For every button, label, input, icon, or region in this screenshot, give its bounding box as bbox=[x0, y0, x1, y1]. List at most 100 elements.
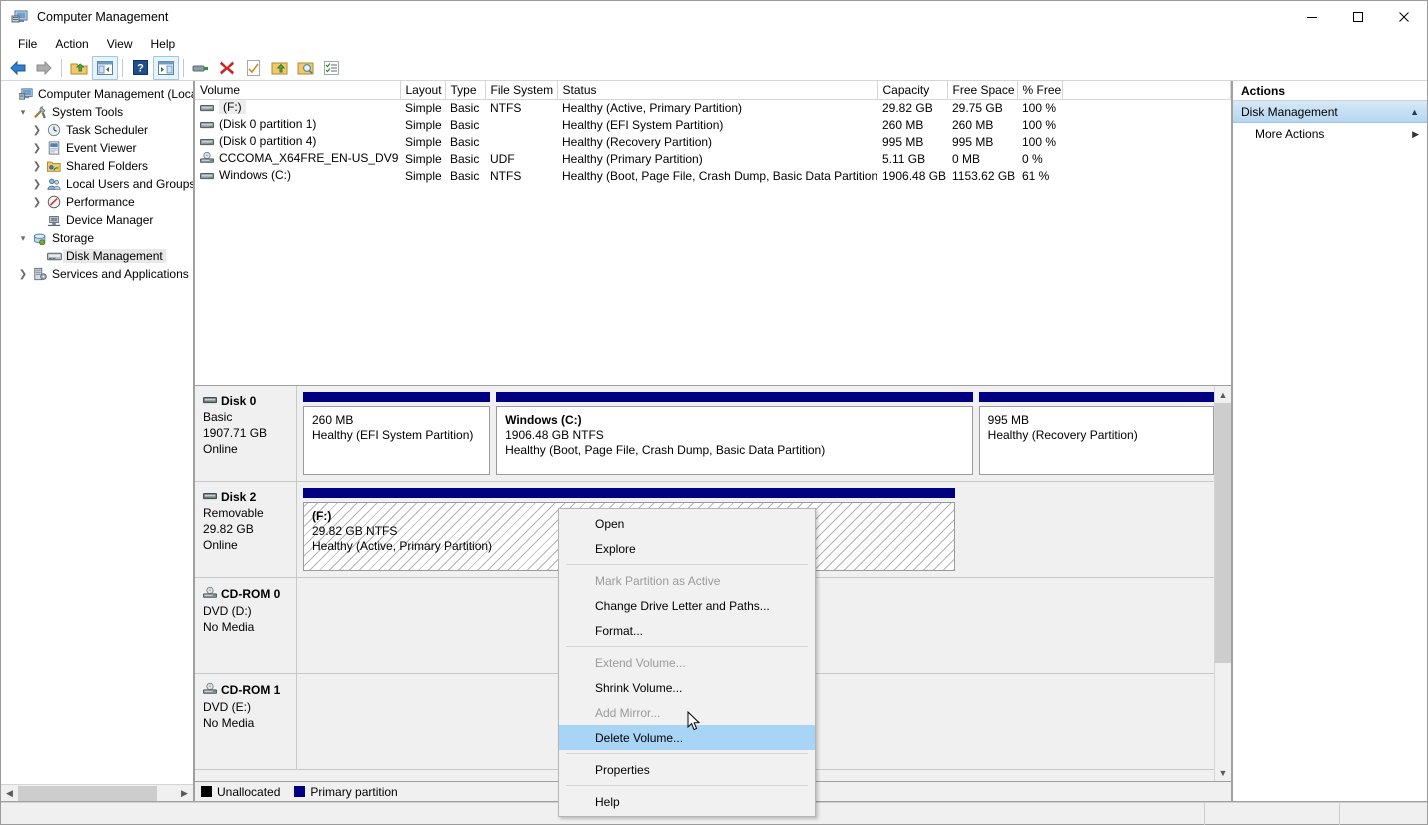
volume-column-header[interactable]: Layout bbox=[400, 81, 446, 100]
volume-cell-type: Basic bbox=[450, 117, 480, 132]
context-menu-item-open[interactable]: Open bbox=[559, 511, 815, 536]
forward-icon[interactable] bbox=[31, 56, 57, 80]
sidebar-item-event-viewer[interactable]: ❯ Event Viewer bbox=[1, 139, 193, 157]
volume-cell-name[interactable]: Windows (C:) bbox=[195, 167, 400, 184]
tree-horizontal-scrollbar[interactable]: ◀ ▶ bbox=[1, 784, 193, 801]
sidebar-item-disk-management[interactable]: Disk Management bbox=[1, 247, 193, 265]
partition-details[interactable]: 260 MB Healthy (EFI System Partition) bbox=[303, 406, 491, 475]
list-view-icon[interactable] bbox=[318, 56, 344, 80]
disk-header[interactable]: CD-ROM 1 DVD (E:) No Media bbox=[195, 674, 297, 769]
menu-file[interactable]: File bbox=[9, 35, 46, 53]
volume-column-header[interactable]: Type bbox=[445, 81, 486, 100]
services-icon bbox=[31, 267, 49, 281]
chevron-down-icon[interactable]: ▾ bbox=[15, 107, 31, 118]
volume-column-header[interactable]: Free Space bbox=[947, 81, 1018, 100]
sidebar-item-system-tools[interactable]: ▾ System Tools bbox=[1, 103, 193, 121]
disk-name-label: CD-ROM 1 bbox=[221, 683, 281, 697]
disk-vscroll-thumb[interactable] bbox=[1215, 403, 1231, 663]
volume-cell-name[interactable]: CCCOMA_X64FRE_EN-US_DV9 (H:) bbox=[195, 150, 400, 167]
sidebar-item-label: Performance bbox=[66, 195, 135, 209]
context-menu-item-delete-volume[interactable]: Delete Volume... bbox=[559, 725, 815, 750]
chevron-right-icon[interactable]: ❯ bbox=[29, 125, 45, 136]
scroll-up-arrow-icon[interactable]: ▲ bbox=[1215, 386, 1231, 403]
checklist-icon[interactable] bbox=[240, 56, 266, 80]
disk-header[interactable]: Disk 2 Removable 29.82 GB Online bbox=[195, 482, 297, 577]
export-list-icon[interactable] bbox=[266, 56, 292, 80]
volume-cell-spacer bbox=[1062, 99, 1231, 116]
partition-details[interactable]: 995 MB Healthy (Recovery Partition) bbox=[978, 406, 1214, 475]
chevron-right-icon[interactable]: ❯ bbox=[29, 179, 45, 190]
search-icon[interactable] bbox=[292, 56, 318, 80]
collapse-caret-icon[interactable]: ▲ bbox=[1410, 107, 1419, 117]
help-icon[interactable]: ? bbox=[127, 56, 153, 80]
scroll-left-arrow-icon[interactable]: ◀ bbox=[1, 786, 18, 801]
volume-cell-filesystem: UDF bbox=[490, 151, 515, 166]
volume-cell-type: Basic bbox=[450, 100, 480, 115]
actions-pane: Actions Disk Management ▲ More Actions ▶ bbox=[1232, 81, 1427, 802]
tree-hscroll-thumb[interactable] bbox=[18, 785, 158, 801]
disk-header[interactable]: CD-ROM 0 DVD (D:) No Media bbox=[195, 578, 297, 673]
chevron-right-icon[interactable]: ❯ bbox=[29, 143, 45, 154]
sidebar-item-storage[interactable]: ▾ Storage bbox=[1, 229, 193, 247]
disk-vscroll-track[interactable] bbox=[1215, 403, 1231, 764]
sidebar-item-performance[interactable]: ❯ Performance bbox=[1, 193, 193, 211]
close-button[interactable] bbox=[1381, 1, 1427, 33]
chevron-right-icon[interactable]: ❯ bbox=[29, 197, 45, 208]
sidebar-item-task-scheduler[interactable]: ❯ Task Scheduler bbox=[1, 121, 193, 139]
show-hide-console-tree-icon[interactable] bbox=[92, 55, 118, 80]
context-menu-item-change-drive-letter-and-paths[interactable]: Change Drive Letter and Paths... bbox=[559, 593, 815, 618]
context-menu-item-format[interactable]: Format... bbox=[559, 618, 815, 643]
volume-cell-name[interactable]: (Disk 0 partition 1) bbox=[195, 116, 400, 133]
sidebar-item-shared-folders[interactable]: ❯ Shared Folders bbox=[1, 157, 193, 175]
partition-block[interactable]: 260 MB Healthy (EFI System Partition) bbox=[303, 392, 491, 475]
disk-header[interactable]: Disk 0 Basic 1907.71 GB Online bbox=[195, 386, 297, 481]
volume-column-header[interactable]: File System bbox=[485, 81, 558, 100]
context-menu-item-shrink-volume[interactable]: Shrink Volume... bbox=[559, 675, 815, 700]
scroll-down-arrow-icon[interactable]: ▼ bbox=[1215, 764, 1231, 781]
back-icon[interactable] bbox=[5, 56, 31, 80]
context-menu-item-help[interactable]: Help bbox=[559, 789, 815, 814]
partition-details[interactable]: Windows (C:) 1906.48 GB NTFS Healthy (Boot… bbox=[496, 406, 973, 475]
table-row[interactable]: CCCOMA_X64FRE_EN-US_DV9 (H:) Simple Basic U… bbox=[195, 150, 1231, 167]
console-tree-pane: Computer Management (Local ▾ System Tools ❯… bbox=[1, 81, 194, 802]
menu-action[interactable]: Action bbox=[46, 35, 97, 53]
partition-block[interactable]: 995 MB Healthy (Recovery Partition) bbox=[978, 392, 1214, 475]
actions-group-disk-management[interactable]: Disk Management ▲ bbox=[1233, 101, 1427, 123]
chevron-right-icon[interactable]: ❯ bbox=[15, 269, 31, 280]
chevron-right-icon[interactable]: ❯ bbox=[29, 161, 45, 172]
tree-hscroll-track[interactable] bbox=[18, 785, 176, 801]
context-menu-item-properties[interactable]: Properties bbox=[559, 757, 815, 782]
table-row[interactable]: (Disk 0 partition 1) Simple Basic Healthy (… bbox=[195, 116, 1231, 133]
scroll-right-arrow-icon[interactable]: ▶ bbox=[176, 786, 193, 801]
menu-help[interactable]: Help bbox=[142, 35, 185, 53]
table-row[interactable]: (Disk 0 partition 4) Simple Basic Healthy (… bbox=[195, 133, 1231, 150]
up-folder-icon[interactable] bbox=[66, 56, 92, 80]
disk-view-vertical-scrollbar[interactable]: ▲ ▼ bbox=[1214, 386, 1231, 781]
properties-icon[interactable] bbox=[188, 56, 214, 80]
volume-column-header[interactable]: Volume bbox=[195, 81, 401, 100]
minimize-button[interactable] bbox=[1289, 1, 1335, 33]
table-row[interactable]: (F:) Simple Basic NTFS Healthy (Active, Prim… bbox=[195, 99, 1231, 116]
volume-column-header[interactable]: % Free bbox=[1017, 81, 1063, 100]
delete-icon[interactable] bbox=[214, 56, 240, 80]
volume-cell-name[interactable]: (Disk 0 partition 4) bbox=[195, 133, 400, 150]
actions-item-more-actions[interactable]: More Actions ▶ bbox=[1233, 123, 1427, 145]
sidebar-item-device-manager[interactable]: Device Manager bbox=[1, 211, 193, 229]
volume-name-label: CCCOMA_X64FRE_EN-US_DV9 (H:) bbox=[219, 150, 400, 165]
maximize-button[interactable] bbox=[1335, 1, 1381, 33]
sidebar-item-local-users-and-groups[interactable]: ❯ Local Users and Groups bbox=[1, 175, 193, 193]
volume-cell-name[interactable]: (F:) bbox=[195, 99, 400, 116]
menu-view[interactable]: View bbox=[98, 35, 142, 53]
table-row[interactable]: Windows (C:) Simple Basic NTFS Healthy (Boot… bbox=[195, 167, 1231, 184]
context-menu-item-explore[interactable]: Explore bbox=[559, 536, 815, 561]
volume-column-header[interactable]: Capacity bbox=[877, 81, 948, 100]
volume-cell-free-space: 1153.62 GB bbox=[952, 168, 1016, 183]
volume-column-header[interactable]: Status bbox=[557, 81, 878, 100]
sidebar-item-services-and-applications[interactable]: ❯ Services and Applications bbox=[1, 265, 193, 283]
volume-column-header[interactable] bbox=[1062, 81, 1231, 100]
partition-block[interactable]: Windows (C:) 1906.48 GB NTFS Healthy (Boot… bbox=[496, 392, 973, 475]
show-action-pane-icon[interactable] bbox=[153, 55, 179, 80]
sidebar-item-label: Disk Management bbox=[63, 249, 166, 263]
chevron-down-icon[interactable]: ▾ bbox=[15, 233, 31, 244]
sidebar-item-computer-management-local[interactable]: Computer Management (Local bbox=[1, 85, 193, 103]
